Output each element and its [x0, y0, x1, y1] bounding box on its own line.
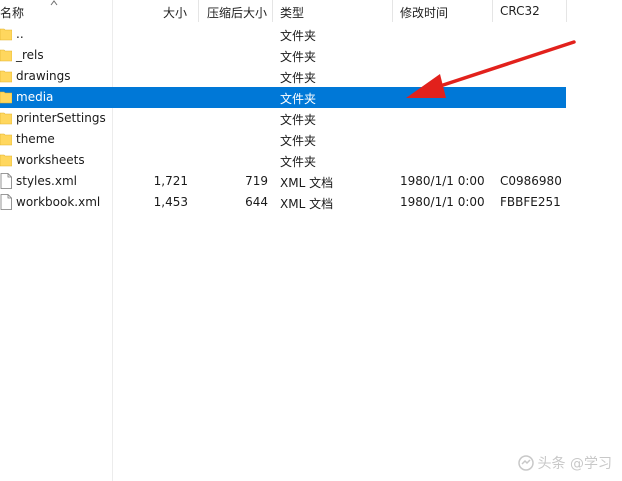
file-compressed-size: 719 [245, 174, 268, 188]
file-row[interactable]: _rels 文件夹 [0, 45, 566, 66]
file-type: 文件夹 [280, 92, 317, 106]
file-row[interactable]: workbook.xml 1,453 644 XML 文档 1980/1/1 0:00 F… [0, 192, 566, 213]
file-crc32: FBBFE251 [500, 195, 561, 209]
file-row[interactable]: .. 文件夹 [0, 24, 566, 45]
sort-ascending-icon [50, 0, 58, 6]
file-row[interactable]: worksheets 文件夹 [0, 150, 566, 171]
folder-icon [0, 70, 12, 83]
column-divider[interactable] [492, 0, 493, 22]
file-name: styles.xml [16, 174, 77, 188]
file-type: 文件夹 [280, 113, 317, 127]
column-divider[interactable] [566, 0, 567, 22]
column-header-crc32[interactable]: CRC32 [500, 4, 540, 18]
column-header-type[interactable]: 类型 [280, 4, 304, 21]
folder-icon [0, 91, 12, 104]
file-compressed-size: 644 [245, 195, 268, 209]
column-header-size[interactable]: 大小 [163, 4, 187, 21]
folder-icon [0, 154, 12, 167]
file-row[interactable]: drawings 文件夹 [0, 66, 566, 87]
column-divider[interactable] [198, 0, 199, 22]
file-icon [0, 194, 12, 210]
file-crc32: C0986980 [500, 174, 562, 188]
file-name: theme [16, 132, 55, 146]
file-type: 文件夹 [280, 134, 317, 148]
file-name: media [16, 90, 54, 104]
column-header-compressed-size[interactable]: 压缩后大小 [207, 4, 267, 21]
column-divider[interactable] [272, 0, 273, 22]
column-header-modified[interactable]: 修改时间 [400, 4, 448, 21]
file-type: 文件夹 [280, 155, 317, 169]
file-row[interactable]: styles.xml 1,721 719 XML 文档 1980/1/1 0:00 C09… [0, 171, 566, 192]
watermark: 头条 @学习 [517, 453, 612, 473]
file-type: XML 文档 [280, 176, 334, 190]
file-name: worksheets [16, 153, 85, 167]
folder-icon [0, 49, 12, 62]
file-size: 1,721 [153, 174, 188, 188]
column-header-name[interactable]: 名称 [0, 4, 24, 21]
folder-icon [0, 112, 12, 125]
file-row[interactable]: theme 文件夹 [0, 129, 566, 150]
watermark-text: 头条 @学习 [537, 456, 612, 472]
file-name: workbook.xml [16, 195, 101, 209]
toutiao-logo-icon [517, 455, 534, 471]
file-type: 文件夹 [280, 50, 317, 64]
folder-icon [0, 133, 12, 146]
file-icon [0, 173, 12, 189]
file-type: 文件夹 [280, 71, 317, 85]
file-size: 1,453 [153, 195, 188, 209]
file-name: printerSettings [16, 111, 106, 125]
column-header: 名称 大小 压缩后大小 类型 修改时间 CRC32 [0, 0, 622, 24]
file-name: _rels [16, 48, 44, 62]
column-divider[interactable] [392, 0, 393, 22]
file-row[interactable]: media 文件夹 [0, 87, 566, 108]
file-modified: 1980/1/1 0:00 [400, 174, 485, 188]
file-name: drawings [16, 69, 71, 83]
folder-icon [0, 28, 12, 41]
file-name: .. [16, 27, 24, 41]
file-modified: 1980/1/1 0:00 [400, 195, 485, 209]
file-row[interactable]: printerSettings 文件夹 [0, 108, 566, 129]
file-type: 文件夹 [280, 29, 317, 43]
file-type: XML 文档 [280, 197, 334, 211]
